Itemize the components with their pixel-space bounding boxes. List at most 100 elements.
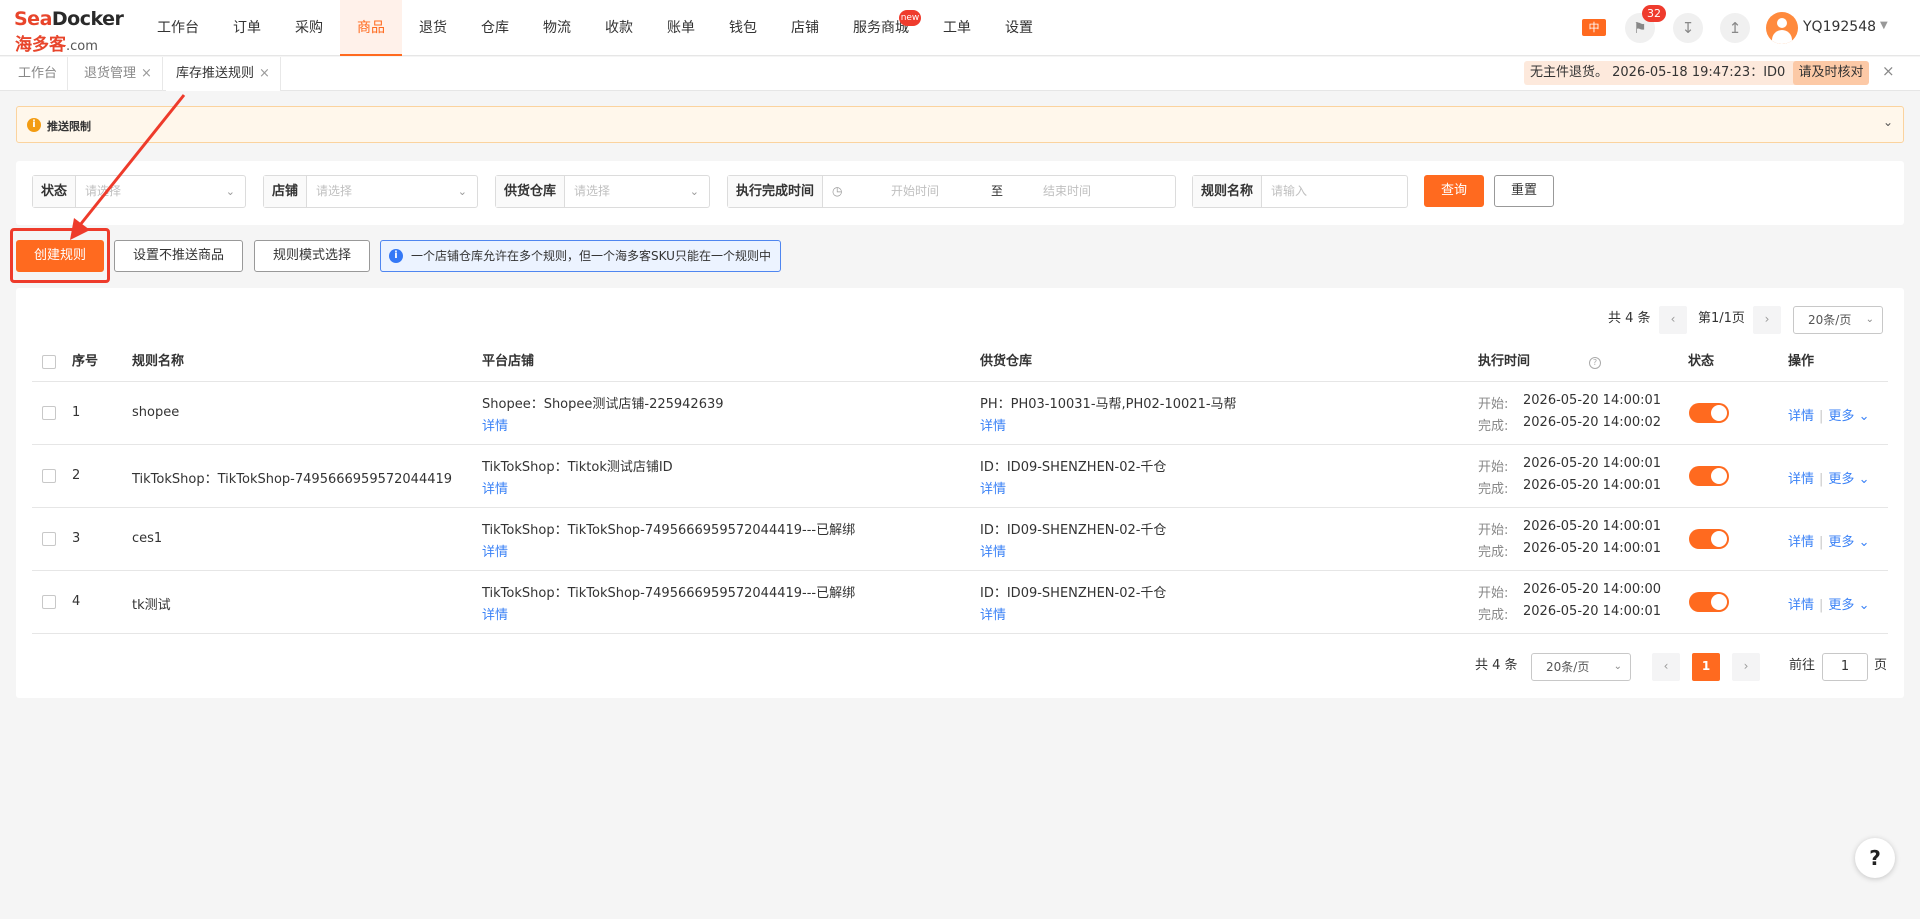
row-rule-name: TikTokShop：TikTokShop-749566695957204441… bbox=[132, 472, 453, 487]
notice-check-button[interactable]: 请及时核对 bbox=[1793, 61, 1869, 85]
row-checkbox[interactable] bbox=[42, 532, 56, 546]
end-time-input[interactable]: 结束时间 bbox=[1043, 176, 1091, 207]
store-detail-link[interactable]: 详情 bbox=[482, 478, 508, 497]
time-filter[interactable]: 执行完成时间 ◷ 开始时间 至 结束时间 bbox=[727, 175, 1176, 208]
warehouse-detail-link[interactable]: 详情 bbox=[980, 541, 1006, 560]
set-no-push-products-button[interactable]: 设置不推送商品 bbox=[114, 240, 243, 272]
goto-page-input[interactable]: 1 bbox=[1822, 653, 1868, 681]
nav-item-wallet[interactable]: 钱包 bbox=[712, 0, 774, 56]
rule-name-filter[interactable]: 规则名称 请输入 bbox=[1192, 175, 1408, 208]
header-warehouse: 供货仓库 bbox=[980, 354, 1033, 369]
username[interactable]: YQ192548 bbox=[1803, 19, 1876, 35]
chevron-down-icon[interactable]: ⌄ bbox=[1859, 409, 1870, 424]
avatar[interactable] bbox=[1766, 12, 1798, 44]
row-checkbox[interactable] bbox=[42, 595, 56, 609]
row-checkbox[interactable] bbox=[42, 469, 56, 483]
main-nav: 工作台 订单 采购 商品 退货 仓库 物流 收款 账单 钱包 店铺 服务商城 ne… bbox=[140, 0, 1050, 56]
prev-page-button[interactable]: ‹ bbox=[1659, 306, 1687, 334]
page-1-button[interactable]: 1 bbox=[1692, 653, 1720, 681]
detail-link[interactable]: 详情 bbox=[1788, 598, 1814, 613]
reset-button[interactable]: 重置 bbox=[1494, 175, 1554, 207]
store-filter[interactable]: 店铺 请选择 ⌄ bbox=[263, 175, 478, 208]
nav-item-bills[interactable]: 账单 bbox=[650, 0, 712, 56]
store-select[interactable]: 请选择 ⌄ bbox=[307, 176, 477, 207]
chevron-down-icon[interactable]: ⌄ bbox=[1859, 598, 1870, 613]
store-detail-link[interactable]: 详情 bbox=[482, 604, 508, 623]
detail-link[interactable]: 详情 bbox=[1788, 535, 1814, 550]
row-store: TikTokShop：TikTokShop-749566695957204441… bbox=[482, 523, 856, 538]
close-icon[interactable]: × bbox=[1882, 62, 1895, 80]
goto-label: 前往 bbox=[1789, 658, 1816, 673]
row-store: TikTokShop：TikTokShop-749566695957204441… bbox=[482, 586, 856, 601]
nav-item-purchase[interactable]: 采购 bbox=[278, 0, 340, 56]
next-page-button[interactable]: › bbox=[1732, 653, 1760, 681]
help-button[interactable]: ? bbox=[1855, 838, 1895, 878]
top-bar: SeaDocker 海多客.com 工作台 订单 采购 商品 退货 仓库 物流 … bbox=[0, 0, 1920, 56]
page-size-select[interactable]: 20条/页 ⌄ bbox=[1531, 653, 1631, 681]
status-toggle[interactable] bbox=[1689, 529, 1729, 549]
nav-item-products[interactable]: 商品 bbox=[340, 0, 402, 56]
nav-item-orders[interactable]: 订单 bbox=[216, 0, 278, 56]
start-time-input[interactable]: 开始时间 bbox=[891, 176, 939, 207]
nav-item-tickets[interactable]: 工单 bbox=[926, 0, 988, 56]
info-icon: i bbox=[389, 249, 403, 263]
more-link[interactable]: 更多 bbox=[1828, 409, 1854, 424]
chevron-down-icon[interactable]: ⌄ bbox=[1859, 472, 1870, 487]
select-all-checkbox[interactable] bbox=[42, 355, 56, 369]
nav-item-returns[interactable]: 退货 bbox=[402, 0, 464, 56]
row-warehouse: PH：PH03-10031-马帮,PH02-10021-马帮 bbox=[980, 397, 1237, 412]
chevron-down-icon: ⌄ bbox=[689, 185, 699, 198]
tab-label: 库存推送规则 bbox=[176, 66, 255, 81]
warehouse-select[interactable]: 请选择 ⌄ bbox=[565, 176, 709, 207]
close-icon[interactable]: × bbox=[259, 66, 270, 81]
nav-item-receipts[interactable]: 收款 bbox=[588, 0, 650, 56]
more-link[interactable]: 更多 bbox=[1828, 535, 1854, 550]
header-rule-name: 规则名称 bbox=[132, 354, 185, 369]
logo[interactable]: SeaDocker 海多客.com bbox=[14, 8, 126, 55]
time-range-picker[interactable]: ◷ 开始时间 至 结束时间 bbox=[823, 176, 1175, 207]
nav-item-service-mall[interactable]: 服务商城 new bbox=[836, 0, 926, 56]
filter-label: 店铺 bbox=[264, 176, 308, 207]
status-toggle[interactable] bbox=[1689, 403, 1729, 423]
warehouse-detail-link[interactable]: 详情 bbox=[980, 478, 1006, 497]
more-link[interactable]: 更多 bbox=[1828, 472, 1854, 487]
question-icon[interactable]: ? bbox=[1589, 357, 1601, 369]
caret-down-icon[interactable]: ▼ bbox=[1880, 20, 1888, 31]
prev-page-button[interactable]: ‹ bbox=[1652, 653, 1680, 681]
chevron-down-icon[interactable]: ⌄ bbox=[1859, 535, 1870, 550]
warehouse-filter[interactable]: 供货仓库 请选择 ⌄ bbox=[495, 175, 710, 208]
warehouse-detail-link[interactable]: 详情 bbox=[980, 415, 1006, 434]
close-icon[interactable]: × bbox=[141, 66, 152, 81]
language-switch[interactable]: 中 bbox=[1582, 19, 1606, 36]
tab-returns-management[interactable]: 退货管理 × bbox=[74, 57, 163, 91]
upload-icon[interactable]: ↥ bbox=[1720, 13, 1750, 43]
nav-item-workbench[interactable]: 工作台 bbox=[140, 0, 216, 56]
status-toggle[interactable] bbox=[1689, 466, 1729, 486]
chevron-down-icon[interactable]: ⌄ bbox=[1883, 115, 1893, 129]
row-store: Shopee：Shopee测试店铺-225942639 bbox=[482, 397, 724, 412]
store-detail-link[interactable]: 详情 bbox=[482, 415, 508, 434]
rule-mode-select-button[interactable]: 规则模式选择 bbox=[254, 240, 370, 272]
tip-text: 一个店铺仓库允许在多个规则，但一个海多客SKU只能在一个规则中 bbox=[411, 249, 771, 263]
nav-item-warehouse[interactable]: 仓库 bbox=[464, 0, 526, 56]
row-checkbox[interactable] bbox=[42, 406, 56, 420]
rule-name-input[interactable]: 请输入 bbox=[1262, 176, 1407, 207]
nav-item-logistics[interactable]: 物流 bbox=[526, 0, 588, 56]
next-page-button[interactable]: › bbox=[1753, 306, 1781, 334]
tab-inventory-push-rules[interactable]: 库存推送规则 × bbox=[166, 57, 281, 91]
row-store: TikTokShop：Tiktok测试店铺ID bbox=[482, 460, 673, 475]
detail-link[interactable]: 详情 bbox=[1788, 409, 1814, 424]
store-detail-link[interactable]: 详情 bbox=[482, 541, 508, 560]
tab-workbench[interactable]: 工作台 bbox=[8, 57, 69, 91]
download-icon[interactable]: ↧ bbox=[1673, 13, 1703, 43]
page-size-select[interactable]: 20条/页 ⌄ bbox=[1793, 306, 1883, 334]
status-toggle[interactable] bbox=[1689, 592, 1729, 612]
detail-link[interactable]: 详情 bbox=[1788, 472, 1814, 487]
more-link[interactable]: 更多 bbox=[1828, 598, 1854, 613]
nav-item-settings[interactable]: 设置 bbox=[988, 0, 1050, 56]
warehouse-detail-link[interactable]: 详情 bbox=[980, 604, 1006, 623]
nav-item-shops[interactable]: 店铺 bbox=[774, 0, 836, 56]
query-button[interactable]: 查询 bbox=[1424, 175, 1484, 207]
row-warehouse: ID：ID09-SHENZHEN-02-千仓 bbox=[980, 460, 1167, 475]
push-limit-alert[interactable]: i 推送限制 ⌄ bbox=[16, 106, 1904, 143]
